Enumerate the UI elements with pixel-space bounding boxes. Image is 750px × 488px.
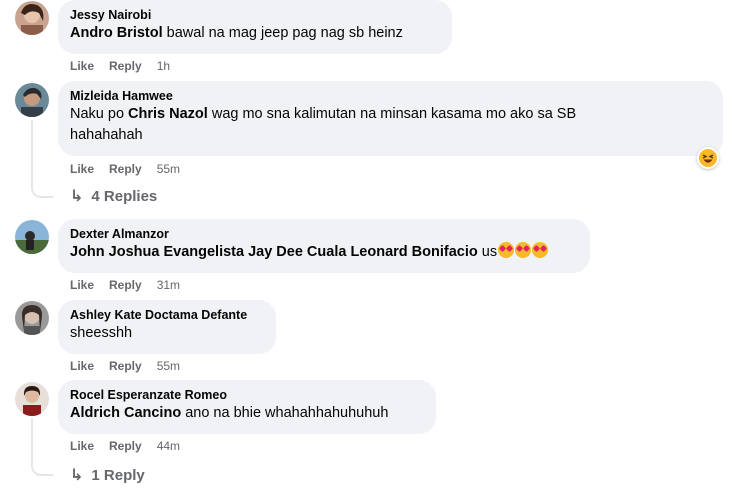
view-replies-button[interactable]: ↳ 4 Replies bbox=[70, 186, 157, 206]
comment-timestamp[interactable]: 31m bbox=[157, 277, 180, 293]
reply-button[interactable]: Reply bbox=[109, 438, 142, 454]
mention-link[interactable]: Aldrich Cancino bbox=[70, 405, 181, 421]
comment-actions: Like Reply 44m bbox=[70, 438, 180, 454]
avatar[interactable] bbox=[15, 382, 49, 416]
replies-count: 4 Replies bbox=[91, 187, 158, 205]
reply-button[interactable]: Reply bbox=[109, 358, 142, 374]
comment-body: Naku po bbox=[70, 106, 129, 122]
comment-actions: Like Reply 31m bbox=[70, 277, 180, 293]
heart-eyes-emoji-icon bbox=[498, 242, 515, 258]
heart-eyes-emoji-icon bbox=[532, 242, 549, 258]
comment-actions: Like Reply 55m bbox=[70, 161, 180, 177]
avatar[interactable] bbox=[15, 301, 49, 335]
mention-link[interactable]: Andro Bristol bbox=[70, 25, 163, 41]
comment-author[interactable]: Jessy Nairobi bbox=[70, 7, 440, 23]
heart-eyes-emoji-icon bbox=[515, 242, 532, 258]
like-button[interactable]: Like bbox=[70, 58, 94, 74]
reply-button[interactable]: Reply bbox=[109, 277, 142, 293]
comment-timestamp[interactable]: 55m bbox=[157, 161, 180, 177]
comment-actions: Like Reply 1h bbox=[70, 58, 170, 74]
comment-text: sheesshh bbox=[70, 325, 133, 341]
comment-bubble: Rocel Esperanzate Romeo Aldrich Cancino … bbox=[58, 380, 436, 434]
comment-text: Naku po Chris Nazol wag mo sna kalimutan… bbox=[70, 104, 711, 125]
comment-body: us bbox=[477, 244, 498, 260]
mention-link[interactable]: John Joshua Evangelista Jay Dee Cuala Le… bbox=[70, 244, 478, 260]
comment-body: wag mo sna kalimutan na minsan kasama mo… bbox=[207, 106, 577, 122]
comment-timestamp[interactable]: 1h bbox=[157, 58, 170, 74]
comment-text: Andro Bristol bawal na mag jeep pag nag … bbox=[70, 23, 440, 44]
comment-bubble: Mizleida Hamwee Naku po Chris Nazol wag … bbox=[58, 81, 723, 156]
mention-link[interactable]: Chris Nazol bbox=[128, 106, 208, 122]
laughing-emoji-icon[interactable] bbox=[697, 147, 719, 169]
comment-bubble: Jessy Nairobi Andro Bristol bawal na mag… bbox=[58, 0, 452, 54]
like-button[interactable]: Like bbox=[70, 277, 94, 293]
comment-body: bawal na mag jeep pag nag sb heinz bbox=[162, 25, 403, 41]
avatar[interactable] bbox=[15, 1, 49, 35]
comment-timestamp[interactable]: 55m bbox=[157, 358, 180, 374]
like-button[interactable]: Like bbox=[70, 161, 94, 177]
view-replies-button[interactable]: ↳ 1 Reply bbox=[70, 465, 145, 485]
avatar[interactable] bbox=[15, 83, 49, 117]
comment-author[interactable]: Rocel Esperanzate Romeo bbox=[70, 387, 424, 403]
thread-line bbox=[31, 418, 53, 476]
reply-button[interactable]: Reply bbox=[109, 58, 142, 74]
comment-author[interactable]: Dexter Almanzor bbox=[70, 226, 578, 242]
comment-body: ano na bhie whahahhahuhuhuh bbox=[181, 405, 389, 421]
comment-text-line2: hahahahah bbox=[70, 127, 143, 143]
like-button[interactable]: Like bbox=[70, 358, 94, 374]
comment-timestamp[interactable]: 44m bbox=[157, 438, 180, 454]
comment-actions: Like Reply 55m bbox=[70, 358, 180, 374]
replies-count: 1 Reply bbox=[91, 466, 145, 484]
comment-author[interactable]: Ashley Kate Doctama Defante bbox=[70, 307, 264, 323]
comment-bubble: Ashley Kate Doctama Defante sheesshh bbox=[58, 300, 276, 354]
reply-arrow-icon: ↳ bbox=[70, 467, 84, 484]
avatar[interactable] bbox=[15, 220, 49, 254]
like-button[interactable]: Like bbox=[70, 438, 94, 454]
reply-arrow-icon: ↳ bbox=[70, 188, 84, 205]
comment-text: John Joshua Evangelista Jay Dee Cuala Le… bbox=[70, 242, 578, 263]
comment-bubble: Dexter Almanzor John Joshua Evangelista … bbox=[58, 219, 590, 273]
comment-author[interactable]: Mizleida Hamwee bbox=[70, 88, 711, 104]
thread-line bbox=[31, 120, 53, 198]
comment-text: Aldrich Cancino ano na bhie whahahhahuhu… bbox=[70, 403, 424, 424]
reply-button[interactable]: Reply bbox=[109, 161, 142, 177]
